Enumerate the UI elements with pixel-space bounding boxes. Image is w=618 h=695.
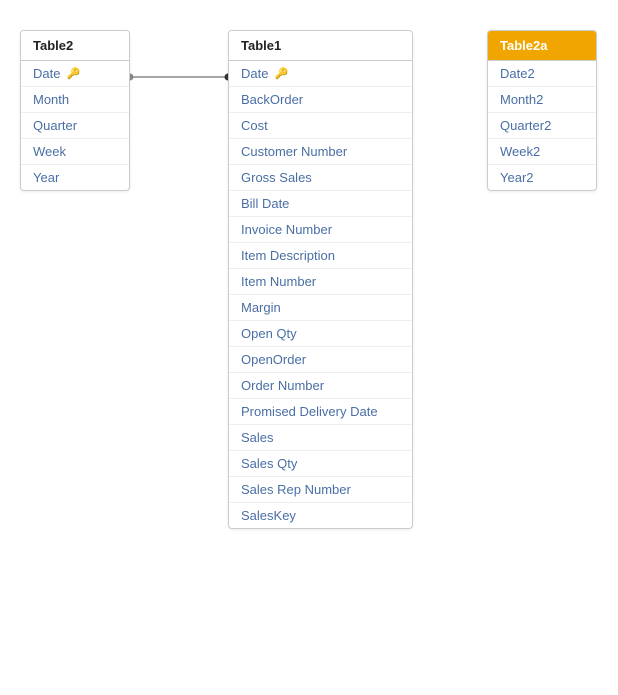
table1-row-promised-delivery-date[interactable]: Promised Delivery Date xyxy=(229,399,412,425)
table2-row-date[interactable]: Date 🔑 xyxy=(21,61,129,87)
table1-cost-label: Cost xyxy=(241,118,268,133)
table2a-row-week2[interactable]: Week2 xyxy=(488,139,596,165)
table1-saleskey-label: SalesKey xyxy=(241,508,296,523)
key-icon-table1-date: 🔑 xyxy=(274,67,288,80)
table1-row-backorder[interactable]: BackOrder xyxy=(229,87,412,113)
table2-row-year[interactable]: Year xyxy=(21,165,129,190)
table2-quarter-label: Quarter xyxy=(33,118,77,133)
table1-row-order-number[interactable]: Order Number xyxy=(229,373,412,399)
canvas: Table2 Date 🔑 Month Quarter Week Year Ta… xyxy=(0,0,618,695)
table1-margin-label: Margin xyxy=(241,300,281,315)
table2a-row-date2[interactable]: Date2 xyxy=(488,61,596,87)
table1-gross-sales-label: Gross Sales xyxy=(241,170,312,185)
table1-row-item-description[interactable]: Item Description xyxy=(229,243,412,269)
table1-row-saleskey[interactable]: SalesKey xyxy=(229,503,412,528)
table1-openorder-label: OpenOrder xyxy=(241,352,306,367)
table1-order-number-label: Order Number xyxy=(241,378,324,393)
table2-year-label: Year xyxy=(33,170,59,185)
table1-row-sales-rep-number[interactable]: Sales Rep Number xyxy=(229,477,412,503)
table1-backorder-label: BackOrder xyxy=(241,92,303,107)
table2a-year2-label: Year2 xyxy=(500,170,534,185)
table2a-row-quarter2[interactable]: Quarter2 xyxy=(488,113,596,139)
table1-row-invoice-number[interactable]: Invoice Number xyxy=(229,217,412,243)
table1-promised-delivery-date-label: Promised Delivery Date xyxy=(241,404,378,419)
table1-bill-date-label: Bill Date xyxy=(241,196,289,211)
table1-row-open-qty[interactable]: Open Qty xyxy=(229,321,412,347)
table1-row-customer-number[interactable]: Customer Number xyxy=(229,139,412,165)
table1-invoice-number-label: Invoice Number xyxy=(241,222,332,237)
table1-row-cost[interactable]: Cost xyxy=(229,113,412,139)
table2a-month2-label: Month2 xyxy=(500,92,543,107)
table1-sales-qty-label: Sales Qty xyxy=(241,456,297,471)
table2a-header: Table2a xyxy=(488,31,596,61)
table1-row-margin[interactable]: Margin xyxy=(229,295,412,321)
table2-row-quarter[interactable]: Quarter xyxy=(21,113,129,139)
table2a-row-year2[interactable]: Year2 xyxy=(488,165,596,190)
table1-row-item-number[interactable]: Item Number xyxy=(229,269,412,295)
table1-header: Table1 xyxy=(229,31,412,61)
table2a-week2-label: Week2 xyxy=(500,144,540,159)
key-icon-table2-date: 🔑 xyxy=(66,67,80,80)
table1-row-bill-date[interactable]: Bill Date xyxy=(229,191,412,217)
table2-date-label: Date xyxy=(33,66,60,81)
table1-item-description-label: Item Description xyxy=(241,248,335,263)
table2-header: Table2 xyxy=(21,31,129,61)
table2a-row-month2[interactable]: Month2 xyxy=(488,87,596,113)
table2-row-month[interactable]: Month xyxy=(21,87,129,113)
table1-customer-number-label: Customer Number xyxy=(241,144,347,159)
table2-month-label: Month xyxy=(33,92,69,107)
table2-week-label: Week xyxy=(33,144,66,159)
table1-row-sales-qty[interactable]: Sales Qty xyxy=(229,451,412,477)
table1-item-number-label: Item Number xyxy=(241,274,316,289)
table2: Table2 Date 🔑 Month Quarter Week Year xyxy=(20,30,130,191)
table1-row-openorder[interactable]: OpenOrder xyxy=(229,347,412,373)
table2a: Table2a Date2 Month2 Quarter2 Week2 Year… xyxy=(487,30,597,191)
table1-row-gross-sales[interactable]: Gross Sales xyxy=(229,165,412,191)
table1-open-qty-label: Open Qty xyxy=(241,326,297,341)
table2a-quarter2-label: Quarter2 xyxy=(500,118,551,133)
table1-sales-label: Sales xyxy=(241,430,274,445)
table1-row-sales[interactable]: Sales xyxy=(229,425,412,451)
table2-row-week[interactable]: Week xyxy=(21,139,129,165)
table1-date-label: Date xyxy=(241,66,268,81)
table2a-date2-label: Date2 xyxy=(500,66,535,81)
table1: Table1 Date 🔑 BackOrder Cost Customer Nu… xyxy=(228,30,413,529)
table1-row-date[interactable]: Date 🔑 xyxy=(229,61,412,87)
table1-sales-rep-number-label: Sales Rep Number xyxy=(241,482,351,497)
